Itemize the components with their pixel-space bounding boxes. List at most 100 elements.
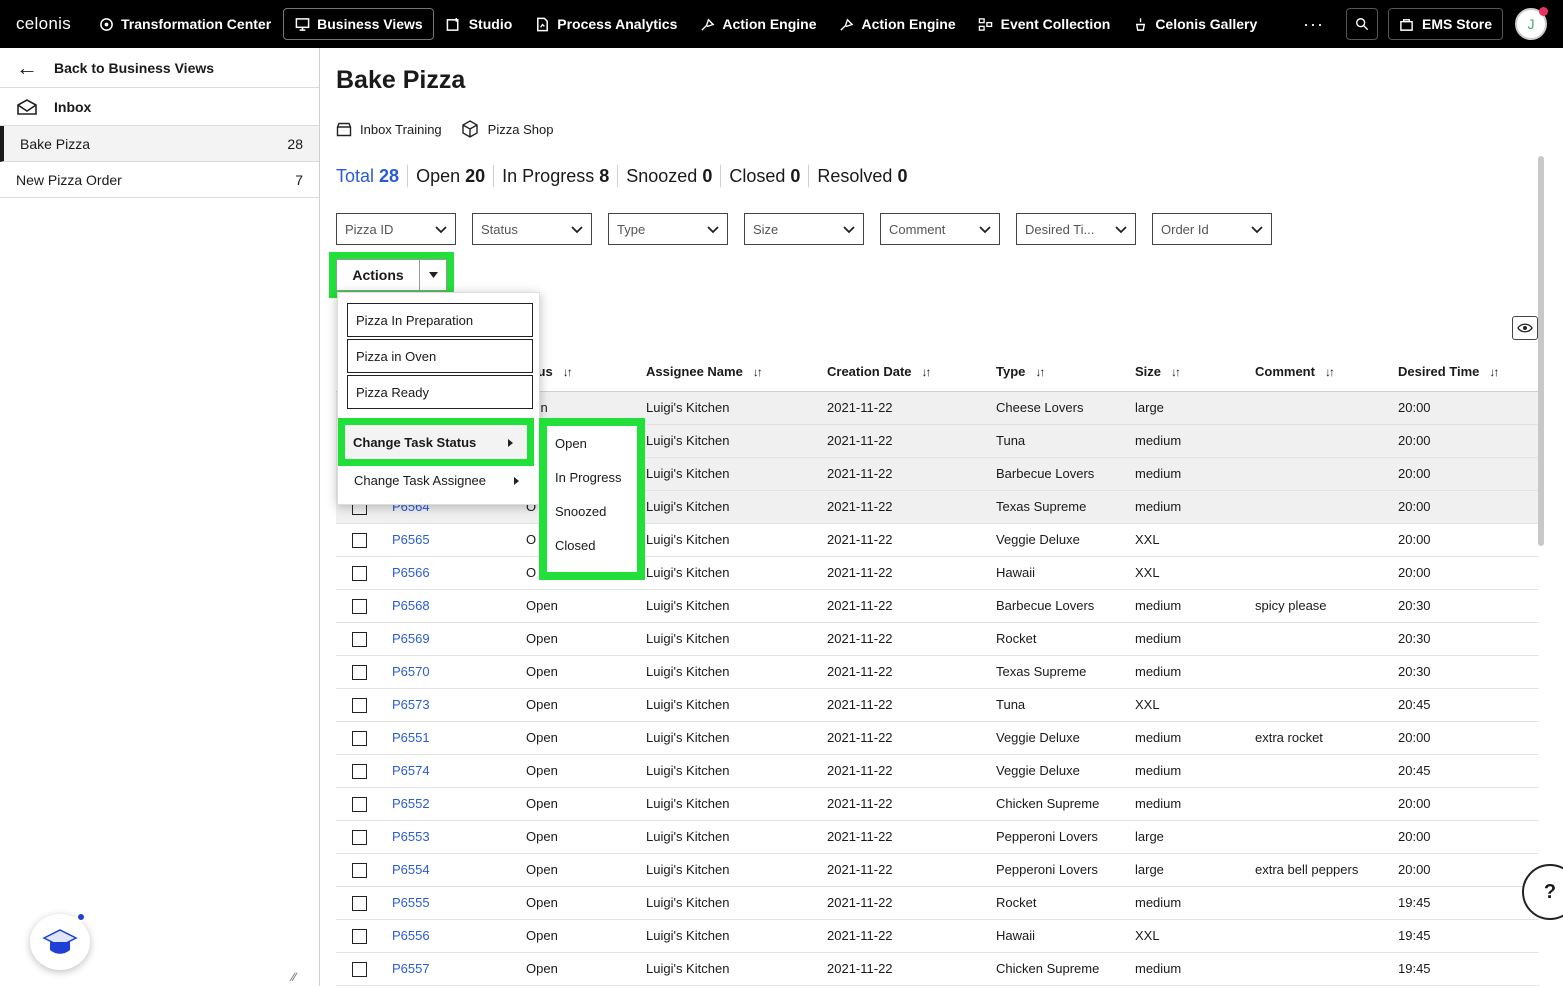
sort-icon[interactable]: ↓↑ bbox=[563, 365, 573, 379]
menu-option-pizza-in-oven[interactable]: Pizza in Oven bbox=[347, 339, 533, 373]
table-row[interactable]: P6551 Open Luigi's Kitchen 2021-11-22 Veggie… bbox=[336, 721, 1539, 755]
header-comment[interactable]: Comment ↓↑ bbox=[1255, 353, 1398, 392]
table-row[interactable]: P6570 Open Luigi's Kitchen 2021-11-22 Texas … bbox=[336, 655, 1539, 689]
sort-icon[interactable]: ↓↑ bbox=[1171, 365, 1181, 379]
pizza-id-cell-text[interactable]: P6573 bbox=[392, 697, 430, 712]
filter-desired-time[interactable]: Desired Ti... bbox=[1016, 213, 1136, 245]
ems-store-button[interactable]: EMS Store bbox=[1387, 8, 1503, 40]
nav-event-collection[interactable]: Event Collection bbox=[968, 8, 1121, 40]
pizza-id-cell-text[interactable]: P6566 bbox=[392, 565, 430, 580]
pizza-id-cell-text[interactable]: P6554 bbox=[392, 862, 430, 877]
nav-action-engine-2[interactable]: Action Engine bbox=[829, 8, 966, 40]
header-creation-date[interactable]: Creation Date ↓↑ bbox=[827, 353, 996, 392]
sidebar-item-new-pizza-order[interactable]: New Pizza Order 7 bbox=[0, 162, 319, 198]
row-checkbox[interactable] bbox=[352, 565, 367, 581]
crumb-inbox-training[interactable]: Inbox Training bbox=[336, 122, 442, 137]
nav-process-analytics[interactable]: Process Analytics bbox=[524, 8, 687, 40]
nav-action-engine-1[interactable]: Action Engine bbox=[689, 8, 826, 40]
pizza-id-cell[interactable]: P6553 bbox=[392, 820, 526, 854]
vertical-scrollbar[interactable] bbox=[1538, 156, 1544, 546]
row-checkbox[interactable] bbox=[352, 730, 367, 746]
pizza-id-cell[interactable]: P6565 bbox=[392, 523, 526, 557]
table-row[interactable]: P6569 Open Luigi's Kitchen 2021-11-22 Rocket… bbox=[336, 622, 1539, 656]
header-assignee[interactable]: Assignee Name ↓↑ bbox=[646, 353, 827, 392]
pizza-id-cell[interactable]: P6552 bbox=[392, 787, 526, 821]
actions-button[interactable]: Actions bbox=[336, 259, 447, 291]
table-row[interactable]: P6574 Open Luigi's Kitchen 2021-11-22 Veggie… bbox=[336, 754, 1539, 788]
row-checkbox[interactable] bbox=[352, 697, 367, 713]
pizza-id-cell[interactable]: P6573 bbox=[392, 688, 526, 722]
caret-down-icon[interactable] bbox=[420, 272, 446, 278]
table-row[interactable]: P6573 Open Luigi's Kitchen 2021-11-22 Tuna XX… bbox=[336, 688, 1539, 722]
user-avatar[interactable]: J bbox=[1515, 7, 1548, 40]
pizza-id-cell[interactable]: P6566 bbox=[392, 556, 526, 590]
celonis-logo[interactable]: celonis bbox=[16, 14, 88, 34]
table-row[interactable]: P6554 Open Luigi's Kitchen 2021-11-22 Pepper… bbox=[336, 853, 1539, 887]
status-option-closed[interactable]: Closed bbox=[547, 528, 637, 562]
table-row[interactable]: P6555 Open Luigi's Kitchen 2021-11-22 Rocket… bbox=[336, 886, 1539, 920]
menu-change-task-assignee[interactable]: Change Task Assignee bbox=[338, 463, 539, 497]
nav-celonis-gallery[interactable]: Celonis Gallery bbox=[1122, 8, 1267, 40]
nav-studio[interactable]: Studio bbox=[436, 8, 523, 40]
pizza-id-cell-text[interactable]: P6574 bbox=[392, 763, 430, 778]
row-checkbox[interactable] bbox=[352, 895, 367, 911]
status-option-in-progress[interactable]: In Progress bbox=[547, 460, 637, 494]
pizza-id-cell[interactable]: P6555 bbox=[392, 886, 526, 920]
pizza-id-cell[interactable]: P6574 bbox=[392, 754, 526, 788]
table-row[interactable]: P6568 Open Luigi's Kitchen 2021-11-22 Barbec… bbox=[336, 589, 1539, 623]
row-checkbox[interactable] bbox=[352, 862, 367, 878]
stat-resolved[interactable]: Resolved 0 bbox=[817, 165, 915, 187]
stat-total[interactable]: Total 28 bbox=[336, 165, 409, 187]
nav-business-views[interactable]: Business Views bbox=[283, 8, 434, 40]
row-checkbox[interactable] bbox=[352, 763, 367, 779]
row-checkbox[interactable] bbox=[352, 532, 367, 548]
sort-icon[interactable]: ↓↑ bbox=[1325, 365, 1335, 379]
sidebar-item-bake-pizza[interactable]: Bake Pizza 28 bbox=[0, 126, 319, 162]
row-checkbox[interactable] bbox=[352, 829, 367, 845]
back-to-business-views[interactable]: ← Back to Business Views bbox=[0, 48, 319, 88]
pizza-id-cell[interactable]: P6551 bbox=[392, 721, 526, 755]
table-row[interactable]: P6552 Open Luigi's Kitchen 2021-11-22 Chicke… bbox=[336, 787, 1539, 821]
pizza-id-cell-text[interactable]: P6568 bbox=[392, 598, 430, 613]
sort-icon[interactable]: ↓↑ bbox=[753, 365, 763, 379]
pizza-id-cell[interactable]: P6556 bbox=[392, 919, 526, 953]
row-checkbox[interactable] bbox=[352, 928, 367, 944]
pizza-id-cell[interactable]: P6568 bbox=[392, 589, 526, 623]
header-status[interactable]: atus↓↑ bbox=[526, 353, 646, 392]
menu-option-pizza-ready[interactable]: Pizza Ready bbox=[347, 375, 533, 409]
collapse-sidebar-icon[interactable]: ∕∕ bbox=[292, 970, 296, 984]
filter-comment[interactable]: Comment bbox=[880, 213, 1000, 245]
row-checkbox[interactable] bbox=[352, 961, 367, 977]
filter-pizza-id[interactable]: Pizza ID bbox=[336, 213, 456, 245]
pizza-id-cell-text[interactable]: P6557 bbox=[392, 961, 430, 976]
pizza-id-cell-text[interactable]: P6556 bbox=[392, 928, 430, 943]
filter-size[interactable]: Size bbox=[744, 213, 864, 245]
filter-order-id[interactable]: Order Id bbox=[1152, 213, 1272, 245]
column-visibility-button[interactable] bbox=[1512, 316, 1538, 340]
sort-icon[interactable]: ↓↑ bbox=[1035, 365, 1045, 379]
pizza-id-cell[interactable]: P6554 bbox=[392, 853, 526, 887]
pizza-id-cell-text[interactable]: P6553 bbox=[392, 829, 430, 844]
pizza-id-cell[interactable]: P6557 bbox=[392, 952, 526, 986]
pizza-id-cell-text[interactable]: P6555 bbox=[392, 895, 430, 910]
sort-icon[interactable]: ↓↑ bbox=[1489, 365, 1499, 379]
menu-option-pizza-in-preparation[interactable]: Pizza In Preparation bbox=[347, 303, 533, 337]
row-checkbox[interactable] bbox=[352, 598, 367, 614]
stat-closed[interactable]: Closed 0 bbox=[729, 165, 810, 187]
table-row[interactable]: P6556 Open Luigi's Kitchen 2021-11-22 Hawaii… bbox=[336, 919, 1539, 953]
header-type[interactable]: Type ↓↑ bbox=[996, 353, 1135, 392]
academy-help-button[interactable] bbox=[30, 912, 90, 970]
table-row[interactable]: P6566 O Luigi's Kitchen 2021-11-22 Hawaii XXL… bbox=[336, 556, 1539, 590]
pizza-id-cell[interactable]: P6569 bbox=[392, 622, 526, 656]
table-row[interactable]: P6557 Open Luigi's Kitchen 2021-11-22 Chicke… bbox=[336, 952, 1539, 986]
filter-type[interactable]: Type bbox=[608, 213, 728, 245]
pizza-id-cell-text[interactable]: P6569 bbox=[392, 631, 430, 646]
status-option-open[interactable]: Open bbox=[547, 426, 637, 460]
status-option-snoozed[interactable]: Snoozed bbox=[547, 494, 637, 528]
header-size[interactable]: Size ↓↑ bbox=[1135, 353, 1255, 392]
filter-status[interactable]: Status bbox=[472, 213, 592, 245]
pizza-id-cell-text[interactable]: P6551 bbox=[392, 730, 430, 745]
row-checkbox[interactable] bbox=[352, 631, 367, 647]
sort-icon[interactable]: ↓↑ bbox=[922, 365, 932, 379]
table-row[interactable]: P6553 Open Luigi's Kitchen 2021-11-22 Pepper… bbox=[336, 820, 1539, 854]
